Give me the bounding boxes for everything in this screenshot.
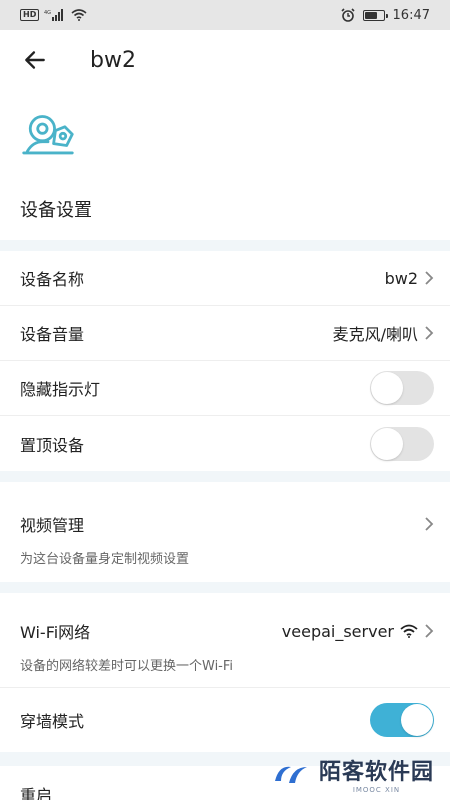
page-title: bw2 [90,47,136,73]
wifi-network-row[interactable]: Wi-Fi网络 veepai_server 设备的网络较差时可以更换一个Wi-F… [0,593,450,688]
app-bar: bw2 [0,30,450,90]
section-divider [0,471,450,482]
section-title-device-settings: 设备设置 [20,200,92,221]
toggle-knob [401,704,433,736]
wall-mode-row: 穿墙模式 [0,688,450,752]
watermark-logo-icon [274,766,307,783]
device-name-row[interactable]: 设备名称 bw2 [0,251,450,306]
video-management-desc: 为这台设备量身定制视频设置 [20,552,190,567]
hide-indicator-toggle[interactable] [370,371,434,405]
chevron-right-icon [425,624,434,638]
wifi-network-top: Wi-Fi网络 veepai_server [20,619,434,643]
chevron-right-icon [425,517,434,531]
wifi-network-value-wrap: veepai_server [282,622,434,641]
chevron-right-icon [425,271,434,285]
signal-icon: 4G [44,9,64,21]
pin-device-label: 置顶设备 [20,435,85,455]
camera-device-icon [22,115,74,155]
wall-mode-label: 穿墙模式 [20,712,85,731]
device-name-value-wrap: bw2 [385,269,434,288]
watermark: 陌客软件园 IMOOC XIN [271,754,434,794]
device-volume-label: 设备音量 [20,325,85,344]
back-button[interactable] [22,45,52,75]
hide-indicator-label: 隐藏指示灯 [20,380,101,399]
wifi-ssid: veepai_server [281,621,394,641]
watermark-text: 陌客软件园 [318,759,434,785]
arrow-left-icon [25,51,45,69]
device-volume-row[interactable]: 设备音量 麦克风/喇叭 [0,306,450,361]
hd-icon: HD [20,9,40,21]
network-type: 4G [44,10,51,16]
device-header: 设备设置 [0,90,450,240]
device-volume-value: 麦克风/喇叭 [332,325,418,344]
pin-device-toggle[interactable] [370,426,434,461]
wifi-status-icon [71,9,87,21]
status-left: HD 4G [20,9,87,21]
toggle-knob [371,427,403,460]
status-bar: HD 4G 16:47 [0,0,450,30]
section-divider [0,240,450,251]
section-divider [0,582,450,593]
pin-device-row: 置顶设备 [0,416,450,471]
hide-indicator-row: 隐藏指示灯 [0,361,450,416]
device-name-label: 设备名称 [20,270,85,289]
watermark-sub: IMOOC XIN [352,786,401,794]
battery-icon [362,9,388,21]
wall-mode-toggle[interactable] [370,703,434,737]
video-management-row[interactable]: 视频管理 为这台设备量身定制视频设置 [0,482,450,582]
wifi-icon [400,624,418,638]
status-time: 16:47 [392,7,430,23]
status-right: 16:47 [340,7,430,23]
video-management-label: 视频管理 [20,516,85,535]
alarm-icon [340,8,355,22]
wifi-network-label: Wi-Fi网络 [20,623,91,642]
reboot-label: 重启 [20,785,53,800]
chevron-right-icon [425,326,434,340]
battery-level [364,11,378,19]
video-management-top: 视频管理 [20,512,434,536]
device-name-value: bw2 [384,268,418,288]
watermark-text-wrap: 陌客软件园 IMOOC XIN [319,754,434,794]
device-volume-value-wrap: 麦克风/喇叭 [333,321,434,345]
toggle-knob [371,372,403,404]
wifi-network-desc: 设备的网络较差时可以更换一个Wi-Fi [20,659,234,674]
